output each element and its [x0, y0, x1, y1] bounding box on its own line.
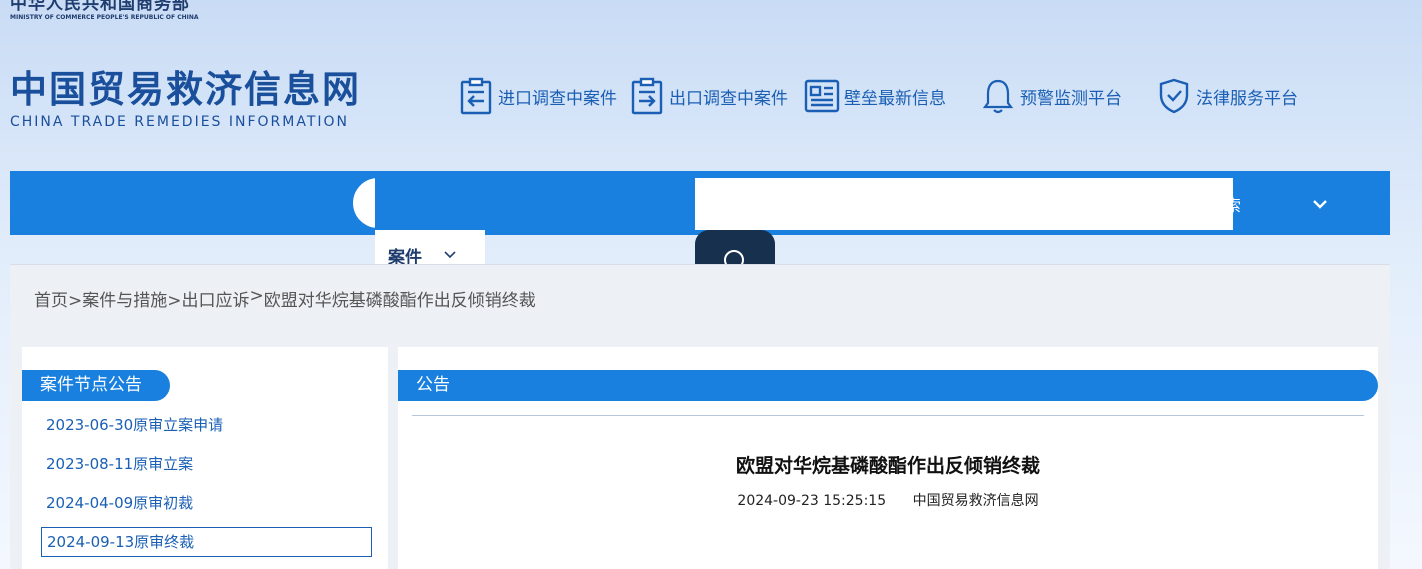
bell-icon — [980, 76, 1016, 116]
quick-nav: 进口调查中案件 出口调查中案件 壁垒最新信息 预警监测平台 法律服务平台 — [458, 76, 1316, 116]
article-title: 欧盟对华烷基磷酸酯作出反倾销终裁 — [735, 455, 1040, 477]
breadcrumb-home[interactable]: 首页 — [34, 286, 68, 311]
quick-nav-export-cases[interactable]: 出口调查中案件 — [629, 76, 788, 116]
export-case-icon — [629, 76, 665, 116]
site-name-cn: 中国贸易救济信息网 — [10, 68, 361, 111]
quick-nav-warning-platform[interactable]: 预警监测平台 — [980, 76, 1122, 116]
list-item[interactable]: 2023-06-30原审立案申请 — [41, 410, 372, 449]
list-item[interactable]: 2023-08-11原审立案 — [41, 449, 372, 488]
list-item-active[interactable]: 2024-09-13原审终裁 — [41, 527, 372, 557]
announcement-panel: 公告 欧盟对华烷基磷酸酯作出反倾销终裁 2024-09-23 15:25:15 … — [398, 347, 1378, 569]
import-case-icon — [458, 76, 494, 116]
quick-nav-label: 出口调查中案件 — [669, 88, 788, 109]
ministry-name-en: MINISTRY OF COMMERCE PEOPLE'S REPUBLIC O… — [10, 14, 199, 21]
article-source: 中国贸易救济信息网 — [912, 493, 1039, 509]
quick-nav-label: 壁垒最新信息 — [844, 88, 946, 109]
divider — [412, 415, 1364, 416]
ministry-logo: 中华人民共和国商务部 MINISTRY OF COMMERCE PEOPLE'S… — [10, 0, 199, 22]
breadcrumb-separator: > — [249, 286, 264, 306]
news-icon — [804, 76, 840, 116]
quick-nav-legal-platform[interactable]: 法律服务平台 — [1156, 76, 1298, 116]
breadcrumb-cases[interactable]: >案件与措施> — [68, 286, 182, 311]
breadcrumb-current: 欧盟对华烷基磷酸酯作出反倾销终裁 — [263, 291, 536, 311]
quick-nav-barrier-news[interactable]: 壁垒最新信息 — [804, 76, 946, 116]
list-item[interactable]: 2024-04-09原审初裁 — [41, 488, 372, 527]
article-meta: 2024-09-23 15:25:15 中国贸易救济信息网 — [398, 490, 1378, 510]
shield-check-icon — [1156, 76, 1192, 116]
nav-search-label: 索 — [1225, 196, 1242, 215]
ministry-name-cn: 中华人民共和国商务部 — [10, 0, 190, 14]
quick-nav-label: 进口调查中案件 — [498, 88, 617, 109]
quick-nav-label: 法律服务平台 — [1196, 88, 1298, 109]
case-node-title: 案件节点公告 — [22, 370, 170, 401]
breadcrumb-export[interactable]: 出口应诉 — [182, 286, 250, 311]
article-date: 2024-09-23 15:25:15 — [737, 493, 887, 509]
case-node-panel: 案件节点公告 2023-06-30原审立案申请 2023-08-11原审立案 2… — [22, 347, 388, 569]
breadcrumb: 首页 >案件与措施> 出口应诉 > 欧盟对华烷基磷酸酯作出反倾销终裁 — [34, 286, 536, 311]
quick-nav-label: 预警监测平台 — [1020, 88, 1122, 109]
case-node-list: 2023-06-30原审立案申请 2023-08-11原审立案 2024-04-… — [41, 410, 372, 557]
quick-nav-import-cases[interactable]: 进口调查中案件 — [458, 76, 617, 116]
search-bar-scope-area — [375, 178, 695, 230]
site-name-en: CHINA TRADE REMEDIES INFORMATION — [10, 114, 350, 130]
announcement-title: 公告 — [398, 370, 1378, 401]
site-logo[interactable]: 中国贸易救济信息网 CHINA TRADE REMEDIES INFORMATI… — [10, 68, 361, 130]
chevron-down-icon[interactable] — [1310, 194, 1330, 218]
search-input[interactable] — [695, 178, 1233, 230]
